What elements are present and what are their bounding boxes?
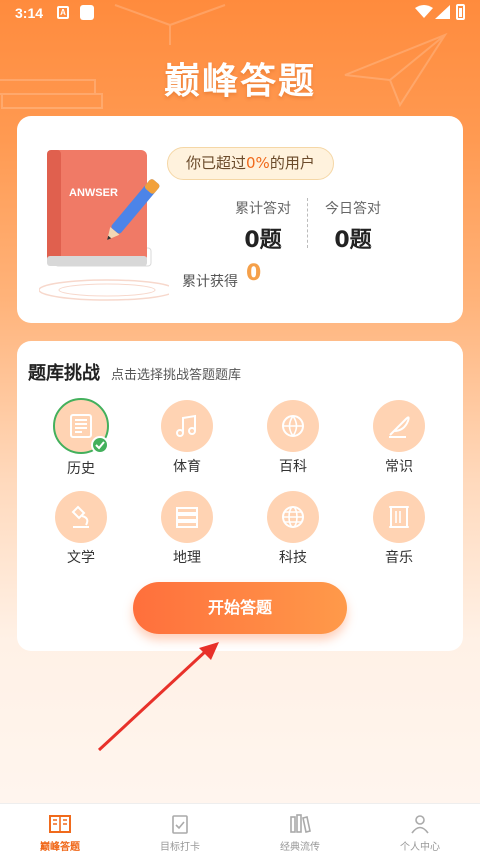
user-icon [411,815,429,834]
category-label: 体育 [173,459,201,475]
bookshelf-icon [290,814,311,833]
tab-label: 个人中心 [400,842,440,853]
tab-checkin[interactable]: 目标打卡 [120,804,240,855]
exceed-percent: 0% [246,154,270,172]
wifi-icon [415,5,433,18]
earned-label: 累计获得 [182,274,238,290]
category-literature-circle [55,491,107,543]
signal-icon [435,5,450,19]
clipboard-check-icon [172,815,188,834]
exceed-badge: 你已超过0%的用户 [167,147,334,180]
book-open-icon [49,815,71,833]
history-icon [70,414,92,438]
tab-label: 目标打卡 [160,842,200,853]
today-correct-value: 0题 [334,228,372,253]
tab-label: 巅峰答题 [40,842,80,853]
book-title-text: ANWSER [69,187,118,199]
scroll-icon [389,506,409,528]
category-label: 地理 [173,550,201,566]
category-sports[interactable]: 体育 [147,400,227,476]
notification-a-icon: A [57,6,69,19]
globe-icon [282,506,304,528]
earned-value: 0 [246,261,262,286]
status-bar: 3:14 A [0,0,480,26]
category-history[interactable]: 历史 [41,398,121,478]
battery-icon [456,4,465,20]
check-icon [91,436,109,454]
today-correct-label: 今日答对 [325,201,381,217]
category-geography-circle [161,491,213,543]
exceed-prefix: 你已超过 [186,154,247,172]
section-title: 题库挑战 [28,363,100,384]
tab-classics[interactable]: 经典流传 [240,804,360,855]
ball-icon [282,415,304,437]
challenge-card: 题库挑战 点击选择挑战答题题库 历史 体育 百科 常识 文学 地理 科技 音乐 … [17,341,463,651]
section-subtitle: 点击选择挑战答题题库 [111,368,242,383]
exceed-suffix: 的用户 [269,154,315,172]
category-label: 历史 [67,461,95,477]
category-technology[interactable]: 科技 [253,491,333,567]
microscope-icon [71,505,89,528]
category-music[interactable]: 音乐 [359,491,439,567]
category-literature[interactable]: 文学 [41,491,121,567]
start-quiz-button[interactable]: 开始答题 [133,582,347,634]
feather-icon [389,416,410,438]
tab-label: 经典流传 [280,842,320,853]
summary-card: ANWSER 你已超过0%的用户 累计答对 0题 今日答对 0题 累计获得 0 [17,116,463,323]
category-label: 文学 [67,550,95,566]
category-history-circle [53,398,109,454]
category-label: 百科 [279,459,307,475]
status-time: 3:14 [15,5,44,21]
category-technology-circle [267,491,319,543]
category-geography[interactable]: 地理 [147,491,227,567]
books-icon [176,507,198,528]
total-correct-label: 累计答对 [235,201,291,217]
bottom-tab-bar: 巅峰答题 目标打卡 经典流传 个人中心 [0,803,480,855]
answer-book-icon: ANWSER [39,150,169,301]
music-note-icon [176,414,196,437]
category-label: 音乐 [385,550,413,566]
category-common-sense-circle [373,400,425,452]
category-sports-circle [161,400,213,452]
page-title: 巅峰答题 [163,61,316,102]
category-encyclopedia-circle [267,400,319,452]
box-deco-icon [114,4,226,45]
category-encyclopedia[interactable]: 百科 [253,400,333,476]
total-correct-value: 0题 [244,228,282,253]
tab-profile[interactable]: 个人中心 [360,804,480,855]
category-music-circle [373,491,425,543]
tab-answer[interactable]: 巅峰答题 [0,804,120,855]
category-common-sense[interactable]: 常识 [359,400,439,476]
category-label: 科技 [279,550,307,566]
category-label: 常识 [385,459,413,475]
notification-square-icon [80,5,94,20]
annotation-arrow-icon [97,642,219,752]
